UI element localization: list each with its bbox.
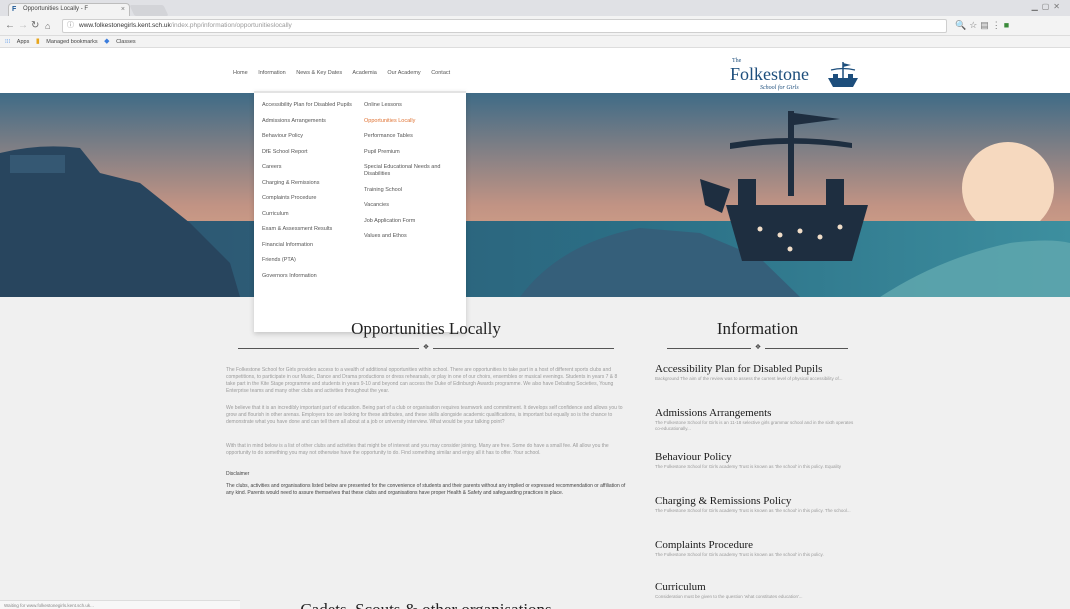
sidebar-item-desc: The Folkestone School for Girls academy … bbox=[655, 552, 824, 557]
menu-item[interactable]: Governors Information bbox=[262, 273, 356, 280]
sidebar-item-title[interactable]: Behaviour Policy bbox=[655, 451, 860, 464]
menu-item[interactable]: Special Educational Needs and Disabiliti… bbox=[364, 164, 460, 178]
menu-item[interactable]: Financial Information bbox=[262, 242, 356, 249]
bookmark-apps[interactable]: Apps bbox=[17, 39, 30, 45]
sidebar-item[interactable]: Accessibility Plan for Disabled Pupils B… bbox=[655, 363, 860, 382]
tab-title: Opportunities Locally - F bbox=[23, 6, 89, 12]
menu-item[interactable]: Job Application Form bbox=[364, 218, 460, 225]
nav-our-academy[interactable]: Our Academy bbox=[387, 70, 420, 76]
new-tab-button[interactable] bbox=[129, 5, 169, 16]
menu-item[interactable]: Performance Tables bbox=[364, 133, 460, 140]
menu-item[interactable]: Careers bbox=[262, 164, 356, 171]
sidebar-item-title[interactable]: Accessibility Plan for Disabled Pupils bbox=[655, 363, 860, 376]
main-nav: Home Information News & Key Dates Academ… bbox=[233, 70, 459, 76]
forward-arrow-icon[interactable]: → bbox=[18, 20, 28, 32]
sidebar-item[interactable]: Complaints Procedure The Folkestone Scho… bbox=[655, 539, 860, 558]
nav-contact[interactable]: Contact bbox=[431, 70, 450, 76]
bookmark-managed[interactable]: Managed bookmarks bbox=[46, 39, 97, 45]
section-title: Cadets, Scouts & other organisations bbox=[226, 600, 626, 609]
browser-tab[interactable]: F Opportunities Locally - F × bbox=[8, 3, 130, 16]
sidebar-item-title[interactable]: Admissions Arrangements bbox=[655, 407, 860, 420]
reload-icon[interactable]: ↻ bbox=[31, 20, 39, 32]
folder-icon: ▮ bbox=[35, 38, 40, 45]
status-bar: Waiting for www.folkestonegirls.kent.sch… bbox=[0, 600, 240, 609]
hero-banner bbox=[0, 93, 1070, 297]
close-tab-icon[interactable]: × bbox=[121, 4, 125, 15]
menu-item[interactable]: Exam & Assessment Results bbox=[262, 226, 356, 233]
disclaimer-text: The clubs, activities and organisations … bbox=[226, 483, 626, 496]
browser-toolbar: ← → ↻ ⌂ ⓘ www.folkestonegirls.kent.sch.u… bbox=[0, 16, 1070, 36]
sidebar-item-desc: The Folkestone School for Girls academy … bbox=[655, 464, 841, 469]
menu-item[interactable]: Friends (PTA) bbox=[262, 257, 356, 264]
nav-information[interactable]: Information bbox=[258, 70, 286, 76]
bookmarks-bar: ⁝⁝⁝ Apps ▮ Managed bookmarks ◆ Classes bbox=[0, 36, 1070, 48]
divider-ornament: ❖ bbox=[226, 343, 626, 353]
url-path: /index.php/information/opportunitiesloca… bbox=[170, 22, 292, 29]
page-title: Opportunities Locally bbox=[351, 319, 501, 338]
sidebar-item-desc: Background The aim of the review was to … bbox=[655, 376, 843, 381]
window-controls[interactable]: ▁▢✕ bbox=[1032, 2, 1064, 11]
website: Home Information News & Key Dates Academ… bbox=[0, 48, 1070, 609]
second-paragraph: We believe that it is an incredibly impo… bbox=[226, 405, 623, 425]
browser-tab-bar: F Opportunities Locally - F × ▁▢✕ bbox=[0, 0, 1070, 16]
sidebar-item[interactable]: Behaviour Policy The Folkestone School f… bbox=[655, 451, 860, 470]
favicon-icon: F bbox=[12, 6, 17, 13]
menu-item[interactable]: Values and Ethos bbox=[364, 233, 460, 240]
sidebar-item-desc: The Folkestone School for Girls academy … bbox=[655, 508, 851, 513]
nav-news[interactable]: News & Key Dates bbox=[296, 70, 342, 76]
divider-ornament: ❖ bbox=[655, 343, 860, 353]
school-logo[interactable]: The Folkestone School for Girls bbox=[730, 58, 870, 92]
menu-item[interactable]: Behaviour Policy bbox=[262, 133, 356, 140]
sidebar-item-title[interactable]: Complaints Procedure bbox=[655, 539, 860, 552]
sidebar-item[interactable]: Charging & Remissions Policy The Folkest… bbox=[655, 495, 860, 514]
sidebar-item-title[interactable]: Charging & Remissions Policy bbox=[655, 495, 860, 508]
sidebar-item[interactable]: Admissions Arrangements The Folkestone S… bbox=[655, 407, 860, 432]
ship-crest-icon bbox=[828, 62, 858, 87]
home-icon[interactable]: ⌂ bbox=[45, 20, 50, 32]
extension-icons[interactable]: 🔍☆▤⋮■ bbox=[955, 19, 1012, 31]
information-dropdown-menu: Accessibility Plan for Disabled Pupils A… bbox=[254, 91, 466, 332]
bookmark-classes[interactable]: Classes bbox=[116, 39, 136, 45]
third-paragraph: With that in mind below is a list of oth… bbox=[226, 443, 609, 456]
menu-item[interactable]: Vacancies bbox=[364, 202, 460, 209]
nav-academia[interactable]: Academia bbox=[352, 70, 376, 76]
logo-name: Folkestone bbox=[730, 64, 809, 84]
menu-item[interactable]: Charging & Remissions bbox=[262, 180, 356, 187]
sidebar-title: Information bbox=[716, 319, 799, 338]
apps-icon[interactable]: ⁝⁝⁝ bbox=[5, 39, 10, 45]
sidebar-item[interactable]: Curriculum Consideration must be given t… bbox=[655, 581, 860, 600]
sidebar-item-desc: Consideration must be given to the quest… bbox=[655, 594, 803, 599]
menu-item-active[interactable]: Opportunities Locally bbox=[364, 118, 460, 125]
menu-item[interactable]: Online Lessons bbox=[364, 102, 460, 109]
menu-item[interactable]: Accessibility Plan for Disabled Pupils bbox=[262, 102, 356, 109]
menu-item[interactable]: Training School bbox=[364, 187, 460, 194]
menu-item[interactable]: DfE School Report bbox=[262, 149, 356, 156]
sidebar-item-desc: The Folkestone School for Girls is an 11… bbox=[655, 420, 854, 431]
sidebar-item-title[interactable]: Curriculum bbox=[655, 581, 860, 594]
back-arrow-icon[interactable]: ← bbox=[5, 20, 15, 32]
menu-item[interactable]: Admissions Arrangements bbox=[262, 118, 356, 125]
address-bar[interactable]: ⓘ www.folkestonegirls.kent.sch.uk/index.… bbox=[62, 19, 947, 33]
intro-paragraph: The Folkestone School for Girls provides… bbox=[226, 367, 618, 394]
classes-icon: ◆ bbox=[104, 38, 110, 45]
logo-subtitle: School for Girls bbox=[760, 85, 799, 91]
url-host: www.folkestonegirls.kent.sch.uk bbox=[79, 22, 171, 29]
menu-item[interactable]: Complaints Procedure bbox=[262, 195, 356, 202]
info-icon: ⓘ bbox=[67, 22, 74, 29]
disclaimer-label: Disclaimer bbox=[226, 471, 250, 477]
menu-item[interactable]: Curriculum bbox=[262, 211, 356, 218]
menu-item[interactable]: Pupil Premium bbox=[364, 149, 460, 156]
site-header: Home Information News & Key Dates Academ… bbox=[0, 48, 1070, 93]
nav-home[interactable]: Home bbox=[233, 70, 248, 76]
